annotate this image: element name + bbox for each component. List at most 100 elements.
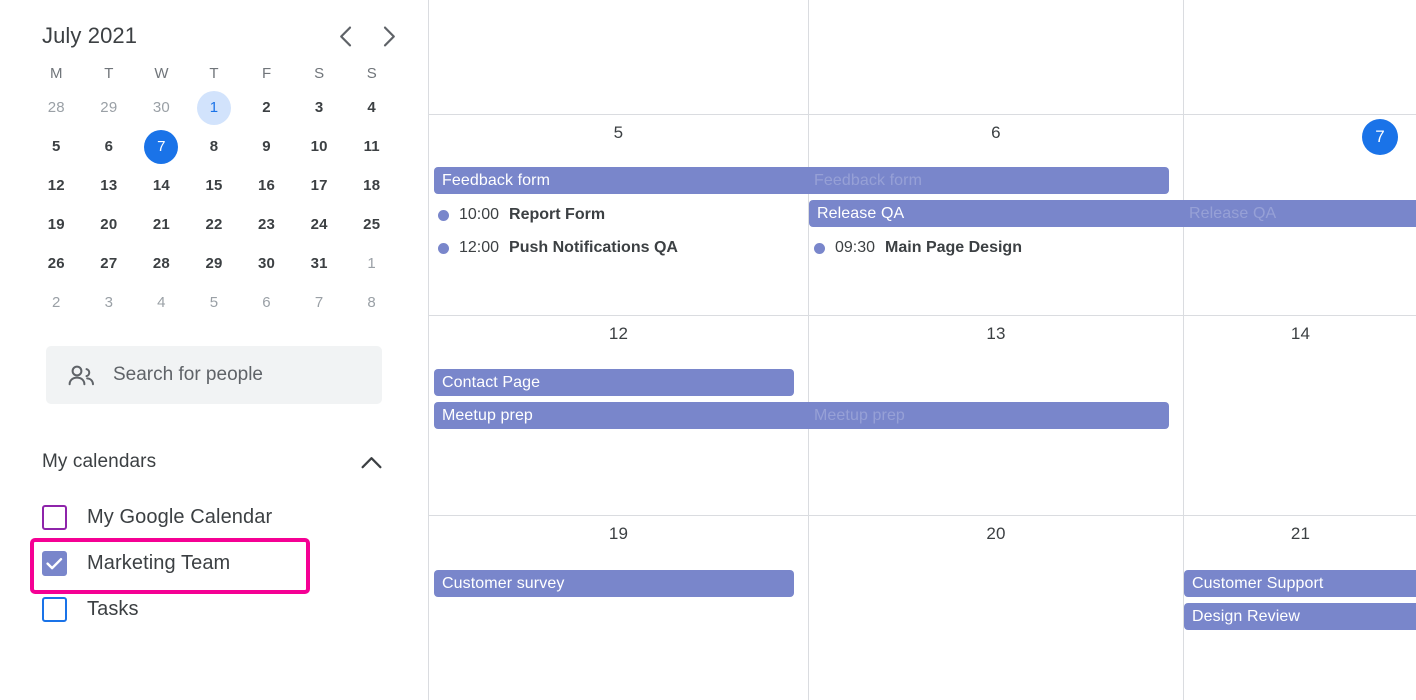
mini-calendar-day[interactable]: 1 — [345, 244, 398, 283]
mini-calendar-day[interactable]: 12 — [30, 166, 83, 205]
mini-calendar-day-number: 8 — [367, 294, 376, 311]
mini-calendar-day[interactable]: 15 — [188, 166, 241, 205]
day-cell[interactable]: 19 — [429, 516, 808, 700]
mini-calendar-day[interactable]: 11 — [345, 127, 398, 166]
mini-calendar-day[interactable]: 27 — [83, 244, 136, 283]
mini-calendar-day[interactable]: 20 — [83, 205, 136, 244]
mini-calendar-day-number: 8 — [209, 138, 219, 155]
mini-calendar-day[interactable]: 29 — [83, 88, 136, 127]
mini-calendar-dow: F — [261, 64, 272, 82]
mini-calendar-day[interactable]: 14 — [135, 166, 188, 205]
mini-calendar-day-number: 31 — [310, 255, 328, 272]
mini-calendar-header: July 2021 — [0, 0, 428, 52]
mini-calendar-day[interactable]: 8 — [345, 283, 398, 322]
event-title-ghost: Release QA — [1189, 204, 1277, 222]
event-chip-meetup-prep-continuation: Meetup prep — [809, 402, 1169, 429]
event-title: Release QA — [817, 204, 905, 222]
mini-calendar-day[interactable]: 7 — [135, 127, 188, 166]
event-time: 12:00 — [459, 239, 500, 256]
mini-calendar-day-number: 2 — [262, 99, 271, 116]
mini-calendar-day[interactable]: 26 — [30, 244, 83, 283]
mini-calendar-day[interactable]: 1 — [188, 88, 241, 127]
prev-month-button[interactable] — [332, 23, 358, 49]
event-title: Customer Support — [1192, 574, 1324, 592]
event-timed-report-form[interactable]: 10:00 Report Form — [438, 202, 605, 228]
event-timed-push-notifications-qa[interactable]: 12:00 Push Notifications QA — [438, 235, 678, 261]
checkbox-unchecked[interactable] — [42, 504, 67, 530]
mini-calendar-day-number: 1 — [367, 255, 376, 272]
people-icon — [68, 365, 94, 385]
mini-calendar-day[interactable]: 28 — [135, 244, 188, 283]
event-timed-main-page-design[interactable]: 09:30 Main Page Design — [814, 235, 1022, 261]
sidebar: July 2021 M T W T F S S 28 29 30 1 2 3 4 5 6 7 8 9 10 11 12 13… — [0, 0, 428, 700]
mini-calendar-day[interactable]: 2 — [30, 283, 83, 322]
mini-calendar-day[interactable]: 9 — [240, 127, 293, 166]
mini-calendar-day[interactable]: 10 — [293, 127, 346, 166]
calendar-list-item[interactable]: My Google Calendar — [42, 494, 382, 540]
calendar-list-item[interactable]: Marketing Team — [30, 538, 382, 594]
day-number: 12 — [608, 324, 629, 343]
calendar-list-item-label: My Google Calendar — [87, 505, 273, 528]
event-chip-design-review[interactable]: Design Review — [1184, 603, 1416, 630]
mini-calendar-dow: T — [104, 64, 114, 82]
my-calendars-header[interactable]: My calendars — [42, 442, 382, 482]
search-people-input[interactable]: Search for people — [46, 346, 382, 404]
mini-calendar-day[interactable]: 3 — [83, 283, 136, 322]
mini-calendar-day[interactable]: 30 — [240, 244, 293, 283]
event-chip-customer-support[interactable]: Customer Support — [1184, 570, 1416, 597]
event-title: Contact Page — [442, 373, 541, 391]
mini-calendar-day[interactable]: 23 — [240, 205, 293, 244]
mini-calendar-day[interactable]: 7 — [293, 283, 346, 322]
checkbox-checked[interactable] — [42, 550, 67, 576]
event-chip-contact-page[interactable]: Contact Page — [434, 369, 794, 396]
event-dot-icon — [438, 209, 449, 221]
event-dot-icon — [814, 242, 825, 254]
mini-calendar-day[interactable]: 2 — [240, 88, 293, 127]
event-time: 09:30 — [835, 239, 876, 256]
day-number: 20 — [986, 524, 1006, 543]
mini-calendar-day[interactable]: 4 — [345, 88, 398, 127]
checkbox-unchecked[interactable] — [42, 596, 67, 622]
mini-calendar-day-number: 4 — [367, 99, 376, 116]
week-row: 5 6 7 Feedback form Feedback form Releas… — [429, 115, 1416, 315]
mini-calendar-day[interactable]: 6 — [240, 283, 293, 322]
mini-calendar-dow: W — [154, 64, 169, 82]
event-chip-customer-survey[interactable]: Customer survey — [434, 570, 794, 597]
mini-calendar-day-number: 19 — [47, 216, 65, 233]
mini-calendar-day-number: 4 — [157, 294, 166, 311]
mini-calendar-day-number: 3 — [104, 294, 114, 311]
mini-calendar-day[interactable]: 24 — [293, 205, 346, 244]
mini-calendar-day-number: 5 — [209, 294, 219, 311]
calendar-list-item[interactable]: Tasks — [42, 586, 382, 632]
mini-calendar-dow: T — [209, 64, 219, 82]
mini-calendar-day[interactable]: 5 — [30, 127, 83, 166]
mini-calendar-day[interactable]: 18 — [345, 166, 398, 205]
mini-calendar-day[interactable]: 21 — [135, 205, 188, 244]
mini-calendar-nav — [332, 23, 402, 49]
mini-calendar-day[interactable]: 5 — [188, 283, 241, 322]
mini-calendar-day[interactable]: 17 — [293, 166, 346, 205]
mini-calendar-day[interactable]: 6 — [83, 127, 136, 166]
check-icon — [46, 557, 63, 569]
mini-calendar-day[interactable]: 3 — [293, 88, 346, 127]
mini-calendar-day[interactable]: 28 — [30, 88, 83, 127]
day-cell[interactable]: 20 — [809, 516, 1183, 700]
mini-calendar-day[interactable]: 29 — [188, 244, 241, 283]
mini-calendar-day[interactable]: 4 — [135, 283, 188, 322]
mini-calendar-day[interactable]: 8 — [188, 127, 241, 166]
mini-calendar-day[interactable]: 13 — [83, 166, 136, 205]
next-month-button[interactable] — [376, 23, 402, 49]
day-cell[interactable]: 14 — [1184, 316, 1416, 515]
week-row — [429, 0, 1416, 114]
mini-calendar-dow: S — [366, 64, 377, 82]
mini-calendar-day[interactable]: 25 — [345, 205, 398, 244]
chevron-up-icon[interactable] — [361, 456, 382, 469]
mini-calendar-day[interactable]: 16 — [240, 166, 293, 205]
event-title: Design Review — [1192, 607, 1301, 625]
mini-calendar-day[interactable]: 31 — [293, 244, 346, 283]
event-title: Meetup prep — [442, 406, 533, 424]
mini-calendar-day[interactable]: 19 — [30, 205, 83, 244]
mini-calendar-title: July 2021 — [42, 23, 138, 48]
mini-calendar-day[interactable]: 22 — [188, 205, 241, 244]
mini-calendar-day[interactable]: 30 — [135, 88, 188, 127]
